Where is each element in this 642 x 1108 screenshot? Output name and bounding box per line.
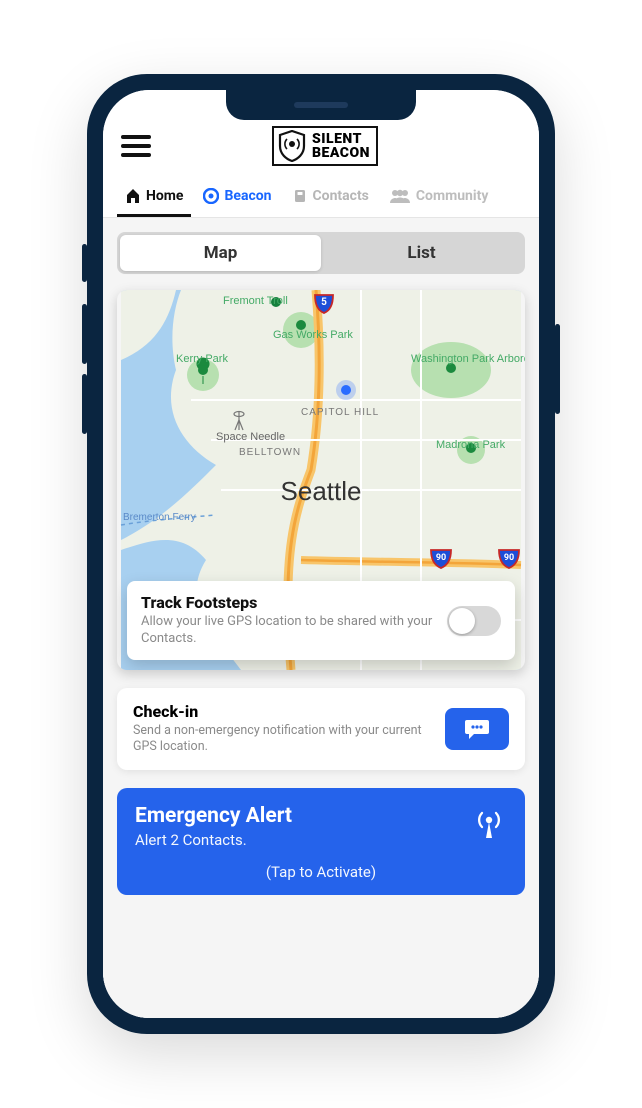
svg-text:90: 90 bbox=[504, 553, 514, 563]
logo-text-2: BEACON bbox=[312, 146, 370, 160]
checkin-desc: Send a non-emergency notification with y… bbox=[133, 723, 431, 756]
svg-text:Space Needle: Space Needle bbox=[216, 431, 285, 443]
svg-text:Gas Works Park: Gas Works Park bbox=[273, 329, 353, 341]
emergency-alert-card[interactable]: Emergency Alert Alert 2 Contacts. (Tap t… bbox=[117, 788, 525, 895]
menu-button[interactable] bbox=[121, 135, 151, 157]
alert-tap-hint: (Tap to Activate) bbox=[135, 863, 507, 881]
checkin-card: Check-in Send a non-emergency notificati… bbox=[117, 688, 525, 770]
tab-community[interactable]: Community bbox=[381, 180, 497, 217]
phone-power-button bbox=[555, 324, 560, 414]
view-toggle-map[interactable]: Map bbox=[120, 235, 321, 271]
tab-beacon[interactable]: Beacon bbox=[195, 180, 279, 217]
svg-text:Kerry Park: Kerry Park bbox=[176, 353, 228, 365]
beacon-icon bbox=[203, 188, 219, 204]
tab-beacon-label: Beacon bbox=[224, 188, 271, 204]
svg-text:5: 5 bbox=[321, 297, 327, 308]
svg-text:Fremont Troll: Fremont Troll bbox=[223, 295, 288, 307]
phone-speaker bbox=[294, 102, 348, 108]
track-desc: Allow your live GPS location to be share… bbox=[141, 614, 435, 648]
toggle-knob bbox=[449, 608, 475, 634]
home-icon bbox=[125, 188, 141, 204]
logo-text-1: SILENT bbox=[312, 132, 370, 146]
svg-text:BELLTOWN: BELLTOWN bbox=[239, 447, 301, 458]
logo-wrap: SILENT BEACON bbox=[169, 126, 521, 166]
alert-title: Emergency Alert bbox=[135, 804, 507, 828]
svg-text:Bremerton Ferry: Bremerton Ferry bbox=[123, 512, 196, 523]
tab-home[interactable]: Home bbox=[117, 180, 191, 217]
app-logo: SILENT BEACON bbox=[272, 126, 378, 166]
svg-text:Washington Park Arboretum: Washington Park Arboretum bbox=[411, 353, 525, 365]
tab-community-label: Community bbox=[416, 188, 489, 204]
content-area: Map List bbox=[103, 218, 539, 1018]
svg-text:90: 90 bbox=[436, 553, 446, 563]
tab-contacts[interactable]: Contacts bbox=[284, 180, 377, 217]
view-toggle-list[interactable]: List bbox=[321, 235, 522, 271]
track-toggle[interactable] bbox=[447, 606, 501, 636]
map-card[interactable]: 5 90 90 Fremont Troll Gas Works Park bbox=[117, 290, 525, 670]
phone-volume-up bbox=[82, 304, 87, 364]
track-footsteps-card: Track Footsteps Allow your live GPS loca… bbox=[127, 581, 515, 660]
alert-subtitle: Alert 2 Contacts. bbox=[135, 831, 507, 849]
svg-text:CAPITOL HILL: CAPITOL HILL bbox=[301, 407, 379, 418]
community-icon bbox=[389, 188, 411, 204]
view-toggle: Map List bbox=[117, 232, 525, 274]
svg-text:Seattle: Seattle bbox=[281, 476, 362, 506]
phone-notch bbox=[226, 90, 416, 120]
broadcast-icon bbox=[473, 808, 505, 840]
nav-tabs: Home Beacon Contacts bbox=[103, 174, 539, 218]
shield-beacon-icon bbox=[278, 130, 306, 162]
checkin-button[interactable] bbox=[445, 708, 509, 750]
track-title: Track Footsteps bbox=[141, 593, 435, 612]
tab-home-label: Home bbox=[146, 188, 183, 204]
phone-frame: SILENT BEACON Home Beacon Cont bbox=[87, 74, 555, 1034]
svg-text:Madrona Park: Madrona Park bbox=[436, 439, 506, 451]
phone-screen: SILENT BEACON Home Beacon Cont bbox=[103, 90, 539, 1018]
phone-mute-switch bbox=[82, 244, 87, 282]
checkin-title: Check-in bbox=[133, 702, 431, 721]
chat-icon bbox=[464, 718, 490, 740]
phone-volume-down bbox=[82, 374, 87, 434]
contacts-icon bbox=[292, 188, 308, 204]
tab-contacts-label: Contacts bbox=[313, 188, 369, 204]
app-root: SILENT BEACON Home Beacon Cont bbox=[103, 90, 539, 1018]
